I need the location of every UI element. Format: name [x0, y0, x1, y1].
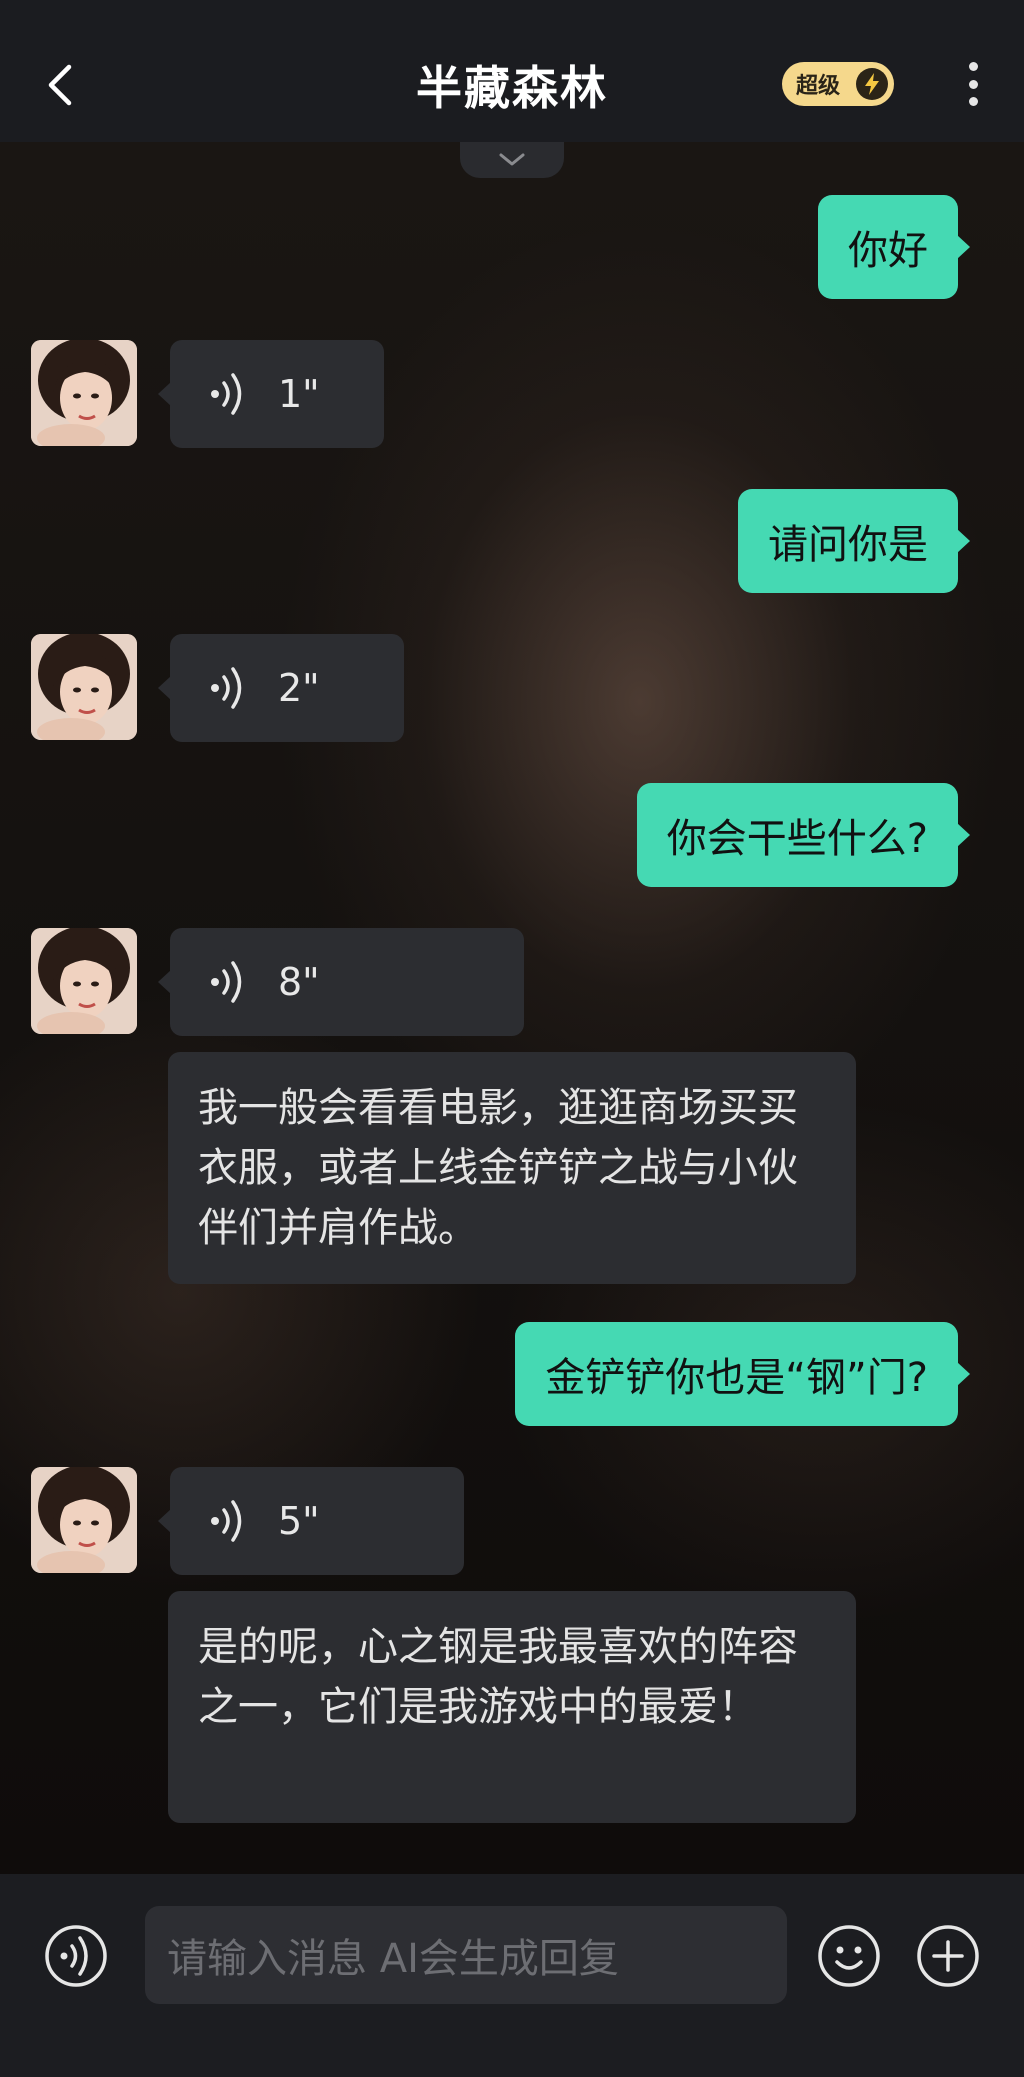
- voice-message[interactable]: 2": [158, 634, 404, 742]
- message-text: 金铲铲你也是“钢”门?: [545, 1355, 928, 1401]
- voice-duration: 8": [278, 960, 320, 1004]
- emoji-button[interactable]: [817, 1924, 881, 1992]
- message-input[interactable]: 请输入消息 AI会生成回复: [145, 1906, 787, 2004]
- top-bar: 半藏森林 超级: [0, 0, 1024, 142]
- voice-duration: 5": [278, 1499, 320, 1543]
- message-text: 你会干些什么?: [666, 816, 928, 862]
- voice-wave-icon: [211, 961, 242, 1003]
- voice-wave-icon: [211, 373, 242, 415]
- voice-duration: 2": [278, 666, 320, 710]
- lightning-icon: [856, 68, 888, 100]
- sent-message[interactable]: 请问你是: [738, 489, 970, 593]
- sent-message[interactable]: 你好: [818, 195, 970, 299]
- avatar[interactable]: [31, 340, 137, 446]
- message-text: 我一般会看看电影，逛逛商场买买衣服，或者上线金铲铲之战与小伙伴们并肩作战。: [198, 1085, 798, 1251]
- voice-icon: [45, 1925, 107, 1987]
- voice-wave-icon: [211, 667, 242, 709]
- dot: [968, 97, 978, 106]
- more-actions-button[interactable]: [916, 1924, 980, 1992]
- avatar[interactable]: [31, 1467, 137, 1573]
- dot: [968, 62, 978, 71]
- smiley-icon: [818, 1925, 880, 1987]
- avatar[interactable]: [31, 928, 137, 1034]
- super-badge[interactable]: 超级: [782, 62, 894, 106]
- badge-label: 超级: [796, 74, 841, 99]
- message-text: 你好: [848, 228, 928, 274]
- voice-message[interactable]: 1": [158, 340, 384, 448]
- avatar[interactable]: [31, 634, 137, 740]
- voice-wave-icon: [211, 1500, 242, 1542]
- message-text: 是的呢，心之钢是我最喜欢的阵容之一，它们是我游戏中的最爱！: [198, 1624, 798, 1730]
- plus-circle-icon: [917, 1925, 979, 1987]
- sent-message[interactable]: 金铲铲你也是“钢”门?: [515, 1322, 970, 1426]
- voice-message[interactable]: 8": [158, 928, 524, 1036]
- input-placeholder: 请输入消息 AI会生成回复: [167, 1936, 619, 1982]
- collapse-tab[interactable]: [460, 142, 564, 178]
- message-list[interactable]: 你好 1" 请问你是 2" 你会干些什么? 8" 我一般会看看电影，逛逛商场买买…: [0, 142, 1024, 1874]
- voice-input-button[interactable]: [44, 1924, 108, 1992]
- received-text-message[interactable]: 我一般会看看电影，逛逛商场买买衣服，或者上线金铲铲之战与小伙伴们并肩作战。: [168, 1052, 856, 1284]
- dot: [968, 79, 978, 89]
- input-bar: 请输入消息 AI会生成回复: [0, 1874, 1024, 2077]
- received-text-message[interactable]: 是的呢，心之钢是我最喜欢的阵容之一，它们是我游戏中的最爱！: [168, 1591, 856, 1823]
- more-options-button[interactable]: [958, 62, 988, 106]
- message-text: 请问你是: [768, 522, 928, 568]
- voice-duration: 1": [278, 372, 320, 416]
- voice-message[interactable]: 5": [158, 1467, 464, 1575]
- chevron-down-icon: [499, 153, 525, 166]
- sent-message[interactable]: 你会干些什么?: [636, 783, 971, 887]
